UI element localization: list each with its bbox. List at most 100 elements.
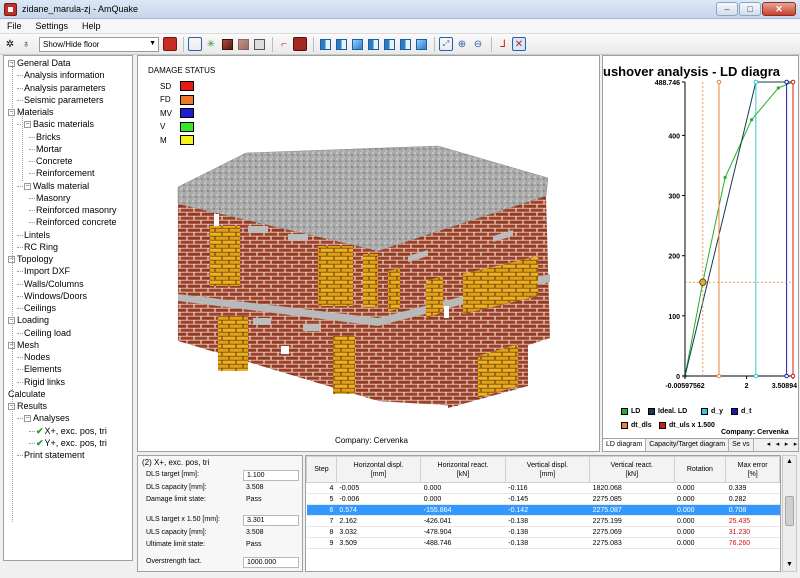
tree-item[interactable]: Bricks — [36, 131, 61, 143]
table-row[interactable]: 6 0.574 -155.864 -0.142 2275.087 0.000 0.708 — [306, 504, 780, 516]
tree-item[interactable]: − Walls material — [24, 180, 89, 192]
tree-connector — [17, 308, 23, 309]
tree-item[interactable]: − Loading — [8, 314, 49, 326]
mesh-star-icon[interactable]: ✳ — [204, 37, 218, 51]
scroll-up-icon[interactable]: ▲ — [783, 456, 796, 468]
column-header[interactable]: Max error [%] — [725, 456, 780, 483]
column-header[interactable]: Vertical react. [kN] — [589, 456, 675, 483]
tab-last-icon[interactable]: ▸ — [791, 439, 798, 451]
dls-target-field[interactable]: 1.100 — [243, 470, 299, 481]
menu-settings[interactable]: Settings — [29, 19, 76, 33]
menu-help[interactable]: Help — [75, 19, 108, 33]
tree-item-label: Results — [17, 401, 48, 411]
table-cell: -478.904 — [420, 526, 506, 538]
tree-item[interactable]: Ceiling load — [24, 327, 71, 339]
column-header[interactable]: Step — [306, 456, 337, 483]
maximize-button[interactable]: □ — [739, 2, 761, 16]
tree-item[interactable]: − Materials — [8, 106, 54, 118]
tree-item[interactable]: Analysis information — [24, 69, 105, 81]
tree-item[interactable]: Print statement — [24, 449, 85, 461]
minimize-button[interactable]: – — [716, 2, 738, 16]
overstrength-field[interactable]: 1000.000 — [243, 557, 299, 568]
column-header[interactable]: Horizontal react. [kN] — [420, 456, 506, 483]
tree-item[interactable]: Rigid links — [24, 376, 65, 388]
view-back-icon[interactable] — [334, 37, 348, 51]
uls-target-field[interactable]: 3.301 — [243, 515, 299, 526]
column-header[interactable]: Rotation — [673, 456, 727, 483]
column-box-icon[interactable] — [252, 37, 266, 51]
tree-collapse-icon[interactable]: − — [24, 182, 31, 190]
column-header[interactable]: Vertical displ. [mm] — [504, 456, 591, 483]
view-iso-icon[interactable] — [414, 37, 428, 51]
scroll-down-icon[interactable]: ▼ — [783, 559, 796, 571]
tree-item[interactable]: Seismic parameters — [24, 94, 104, 106]
tree-item[interactable]: Concrete — [36, 155, 73, 167]
tree-item-label: Walls/Columns — [24, 278, 84, 289]
tree-item[interactable]: Ceilings — [24, 302, 56, 314]
tree-item[interactable]: ✔Y+, exc. pos, tri — [36, 437, 107, 449]
table-row[interactable]: 9 3.509 -488.746 -0.138 2275.083 0.000 76.260 — [306, 537, 780, 549]
menu-file[interactable]: File — [0, 19, 29, 33]
tree-item[interactable]: − Analyses — [24, 412, 70, 424]
coordinate-axes-icon[interactable]: ⅃ — [496, 37, 510, 51]
tree-item[interactable]: Reinforcement — [36, 167, 95, 179]
tree-collapse-icon[interactable]: − — [24, 121, 31, 129]
table-row[interactable]: 7 2.162 -426.041 -0.138 2275.199 0.000 25.435 — [306, 515, 780, 527]
tree-collapse-icon[interactable]: − — [24, 415, 31, 423]
tree-item[interactable]: ✔X+, exc. pos, tri — [36, 425, 107, 437]
tree-item[interactable]: Reinforced concrete — [36, 216, 117, 228]
view-right-icon[interactable] — [366, 37, 380, 51]
tree-item[interactable]: − General Data — [8, 57, 71, 69]
view-bottom-icon[interactable] — [398, 37, 412, 51]
select-frame-icon[interactable] — [188, 37, 202, 51]
tree-item[interactable]: Windows/Doors — [24, 290, 87, 302]
tree-item[interactable]: Calculate — [8, 388, 46, 400]
damage-legend-row: M — [160, 135, 194, 145]
floor-combo[interactable]: Show/Hide floor ▼ — [39, 36, 159, 52]
tree-item[interactable]: Import DXF — [24, 265, 70, 277]
tree-item[interactable]: Reinforced masonry — [36, 204, 117, 216]
tree-connector — [29, 173, 35, 175]
tree-item[interactable]: − Basic materials — [24, 118, 94, 130]
close-button[interactable]: ✕ — [762, 2, 796, 16]
tree-item-label: Topology — [17, 254, 54, 264]
axes-icon[interactable]: ⌐ — [277, 37, 291, 51]
column-header[interactable]: Horizontal displ. [mm] — [335, 456, 422, 483]
table-scrollbar[interactable]: ▲ ▼ — [782, 455, 797, 572]
tab-ld-diagram[interactable]: LD diagram — [603, 439, 647, 451]
table-row[interactable]: 8 3.032 -478.904 -0.138 2275.069 0.000 31.230 — [306, 526, 780, 538]
bug-icon[interactable]: ✲ — [3, 37, 17, 51]
model-viewport[interactable]: DAMAGE STATUS SD FD MV V M Company: Cervenka — [137, 55, 600, 452]
table-row[interactable]: 4 -0.005 0.000 -0.116 1820.068 0.000 0.339 — [306, 482, 780, 494]
zoom-in-icon[interactable]: ⊕ — [455, 37, 469, 51]
tree-item[interactable]: Lintels — [24, 229, 50, 241]
tab-capacity-target[interactable]: Capacity/Target diagram — [646, 439, 730, 451]
tree-item[interactable]: − Results — [8, 400, 47, 412]
tree-item[interactable]: Elements — [24, 363, 62, 375]
zoom-out-icon[interactable]: ⊖ — [471, 37, 485, 51]
view-top-icon[interactable] — [382, 37, 396, 51]
tab-se-vs[interactable]: Se vs — [729, 439, 754, 451]
tree-item[interactable]: − Topology — [8, 253, 53, 265]
toggle-cross-icon[interactable]: ✕ — [512, 37, 526, 51]
view-3d-icon[interactable] — [293, 37, 307, 51]
tab-first-icon[interactable]: ◂ — [764, 439, 773, 451]
view-front-icon[interactable] — [318, 37, 332, 51]
wire-box-icon[interactable] — [236, 37, 250, 51]
view-left-icon[interactable] — [350, 37, 364, 51]
zoom-fit-icon[interactable]: ⤢ — [439, 37, 453, 51]
tree-item[interactable]: Walls/Columns — [24, 278, 84, 290]
tree-item[interactable]: Masonry — [36, 192, 71, 204]
floor-grid-icon[interactable] — [163, 37, 177, 51]
tree-item[interactable]: Mortar — [36, 143, 62, 155]
lightbulb-icon[interactable]: ♁ — [19, 37, 33, 51]
scroll-thumb[interactable] — [785, 496, 794, 526]
tree-item[interactable]: RC Ring — [24, 241, 58, 253]
tab-prev-icon[interactable]: ◂ — [773, 439, 782, 451]
tree-item[interactable]: Analysis parameters — [24, 82, 106, 94]
tree-item[interactable]: Nodes — [24, 351, 50, 363]
solid-box-icon[interactable] — [220, 37, 234, 51]
table-row[interactable]: 5 -0.006 0.000 -0.145 2275.085 0.000 0.282 — [306, 493, 780, 505]
table-cell: 0.000 — [420, 482, 506, 494]
tab-next-icon[interactable]: ▸ — [782, 439, 791, 451]
